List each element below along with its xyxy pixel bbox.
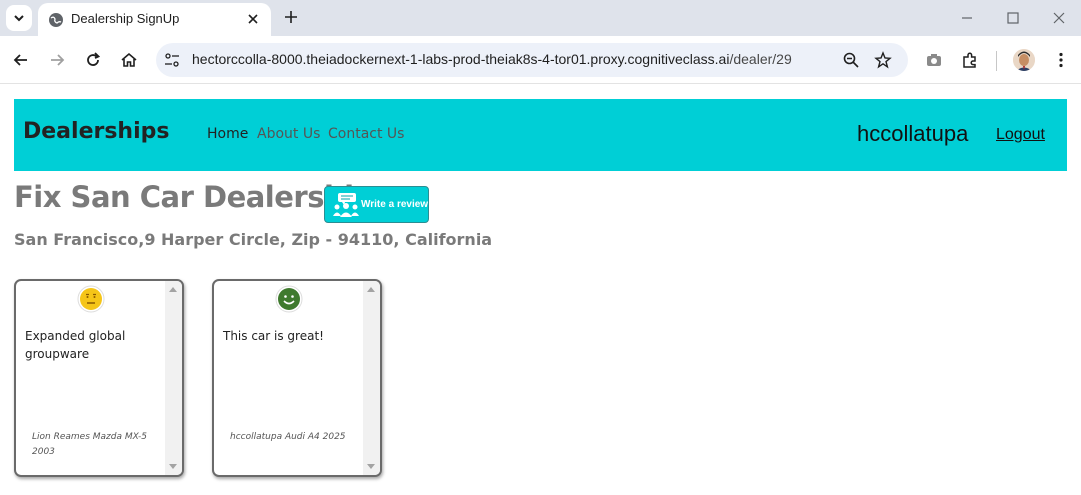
avatar-face-icon bbox=[1013, 49, 1035, 71]
review-card: This car is great! hccollatupa Audi A4 2… bbox=[212, 279, 382, 477]
star-icon[interactable] bbox=[874, 51, 892, 69]
browser-tab-strip: Dealership SignUp bbox=[0, 0, 1081, 36]
write-review-button[interactable]: Write a review bbox=[324, 186, 429, 223]
chevron-down-icon bbox=[14, 15, 24, 22]
back-icon[interactable] bbox=[11, 50, 31, 70]
forward-icon[interactable] bbox=[47, 50, 67, 70]
write-review-label: Write a review bbox=[361, 199, 429, 210]
review-text: Expanded global groupware bbox=[25, 329, 126, 361]
maximize-icon[interactable] bbox=[1004, 9, 1022, 27]
reload-icon[interactable] bbox=[83, 50, 103, 70]
camera-icon[interactable] bbox=[925, 51, 943, 69]
nav-link-contact[interactable]: Contact Us bbox=[328, 126, 404, 142]
home-icon[interactable] bbox=[119, 50, 139, 70]
dealer-address: San Francisco,9 Harper Circle, Zip - 941… bbox=[14, 230, 493, 249]
url-path: /dealer/29 bbox=[729, 51, 792, 67]
username: hccollatupa bbox=[857, 121, 969, 146]
logout-link[interactable]: Logout bbox=[996, 126, 1045, 144]
minimize-icon[interactable] bbox=[958, 9, 976, 27]
review-scrollbar[interactable] bbox=[363, 281, 380, 475]
scroll-up-arrow-icon[interactable] bbox=[169, 287, 177, 292]
neutral-emoji-icon bbox=[77, 285, 105, 313]
browser-tab[interactable]: Dealership SignUp bbox=[38, 3, 271, 36]
tab-search-button[interactable] bbox=[6, 5, 32, 31]
page-title: Fix San Car Dealership bbox=[14, 180, 374, 214]
profile-avatar[interactable] bbox=[1013, 49, 1035, 71]
url-host: hectorccolla-8000.theiadockernext-1-labs… bbox=[192, 51, 730, 67]
plus-icon[interactable] bbox=[282, 8, 300, 26]
extensions-icon[interactable] bbox=[961, 51, 979, 69]
review-card: Expanded global groupware Lion Reames Ma… bbox=[14, 279, 184, 477]
address-bar[interactable]: hectorccolla-8000.theiadockernext-1-labs… bbox=[156, 43, 908, 77]
scroll-down-arrow-icon[interactable] bbox=[169, 464, 177, 469]
scroll-down-arrow-icon[interactable] bbox=[367, 464, 375, 469]
review-author-car: hccollatupa Audi A4 2025 bbox=[230, 432, 346, 442]
site-info-icon[interactable] bbox=[164, 52, 180, 68]
nav-link-home[interactable]: Home bbox=[207, 126, 248, 142]
zoom-icon[interactable] bbox=[842, 51, 860, 69]
site-navbar: Dealerships Home About Us Contact Us hcc… bbox=[14, 99, 1067, 171]
positive-emoji-icon bbox=[275, 285, 303, 313]
tab-title: Dealership SignUp bbox=[71, 11, 180, 26]
window-close-icon[interactable] bbox=[1050, 9, 1068, 27]
kebab-menu-icon[interactable] bbox=[1052, 51, 1070, 69]
toolbar-divider bbox=[996, 51, 997, 71]
close-icon[interactable] bbox=[245, 11, 261, 27]
brand-title[interactable]: Dealerships bbox=[23, 119, 169, 144]
review-people-icon bbox=[333, 193, 359, 217]
nav-link-about[interactable]: About Us bbox=[257, 126, 320, 142]
browser-toolbar: hectorccolla-8000.theiadockernext-1-labs… bbox=[0, 36, 1081, 84]
review-author-car: Lion Reames Mazda MX-5 2003 bbox=[32, 432, 147, 457]
scroll-up-arrow-icon[interactable] bbox=[367, 287, 375, 292]
review-scrollbar[interactable] bbox=[165, 281, 182, 475]
globe-icon bbox=[49, 13, 63, 27]
url-text[interactable]: hectorccolla-8000.theiadockernext-1-labs… bbox=[192, 51, 792, 67]
review-text: This car is great! bbox=[223, 329, 324, 343]
